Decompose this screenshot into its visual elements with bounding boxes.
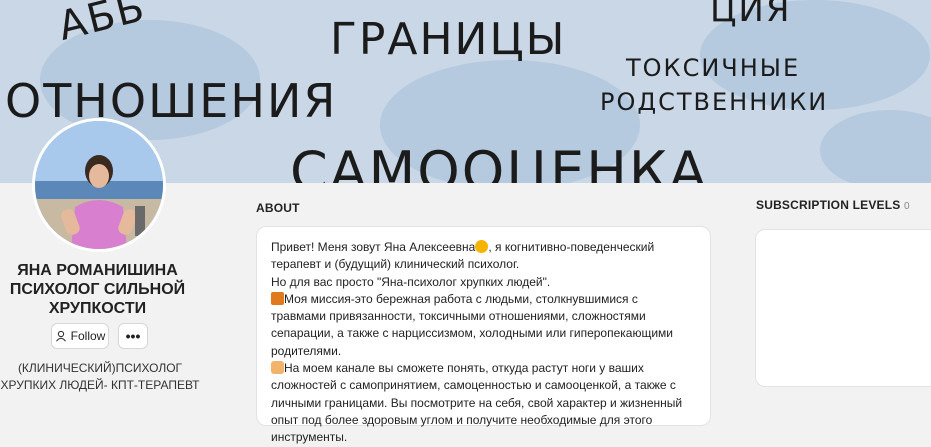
about-title: ABOUT <box>256 201 300 215</box>
about-text: Моя миссия-это бережная работа с людьми,… <box>271 291 673 358</box>
creator-name-line: ЯНА РОМАНИШИНА <box>17 262 178 279</box>
subscription-levels-title: SUBSCRIPTION LEVELS 0 <box>756 198 910 212</box>
about-paragraph: На моем канале вы сможете понять, откуда… <box>271 360 696 446</box>
cover-word: ТОКСИЧНЫЕ <box>626 54 801 82</box>
subscription-levels-label: SUBSCRIPTION LEVELS <box>756 198 901 212</box>
cover-word: ОТНОШЕНИЯ <box>5 74 338 128</box>
about-paragraph: Но для вас просто "Яна-психолог хрупких … <box>271 274 551 289</box>
smiling-face-icon <box>475 240 489 253</box>
more-options-button[interactable]: ••• <box>118 323 148 349</box>
about-text: На моем канале вы сможете понять, откуда… <box>271 361 683 445</box>
cover-word: РОДСТВЕННИКИ <box>600 88 829 116</box>
follow-button[interactable]: Follow <box>51 323 109 349</box>
avatar-photo <box>35 121 163 249</box>
creator-name-line: ХРУПКОСТИ <box>48 300 147 317</box>
creator-tagline: (КЛИНИЧЕСКИЙ)ПСИХОЛОГ ХРУПКИХ ЛЮДЕЙ- КПТ… <box>0 360 200 394</box>
tagline-line: ХРУПКИХ ЛЮДЕЙ- КПТ-ТЕРАПЕВТ <box>0 378 200 392</box>
about-paragraph: Моя миссия-это бережная работа с людьми,… <box>271 291 696 360</box>
cover-word: ЦИЯ <box>710 0 792 30</box>
about-text: Привет! Меня зовут Яна Алексеевна <box>271 240 476 254</box>
about-paragraph: Привет! Меня зовут Яна Алексеевна, я ког… <box>271 239 696 274</box>
follow-label: Follow <box>70 329 106 343</box>
creator-name: ЯНА РОМАНИШИНА ПСИХОЛОГ СИЛЬНОЙ ХРУПКОСТ… <box>0 261 195 318</box>
creator-name-line: ПСИХОЛОГ СИЛЬНОЙ <box>9 281 186 298</box>
cover-word: САМООЦЕНКА <box>290 140 709 183</box>
house-icon <box>271 291 284 305</box>
about-card: Привет! Меня зовут Яна Алексеевна, я ког… <box>256 226 711 444</box>
user-icon <box>55 330 66 342</box>
subscription-levels-card <box>755 229 931 387</box>
subscription-levels-count: 0 <box>904 201 910 212</box>
cover-word: ГРАНИЦЫ <box>330 14 567 65</box>
cover-paint-blotch <box>820 110 931 183</box>
pointing-hand-icon <box>271 361 284 375</box>
avatar[interactable] <box>32 118 166 252</box>
more-icon: ••• <box>125 328 141 344</box>
tagline-line: (КЛИНИЧЕСКИЙ)ПСИХОЛОГ <box>17 361 183 375</box>
